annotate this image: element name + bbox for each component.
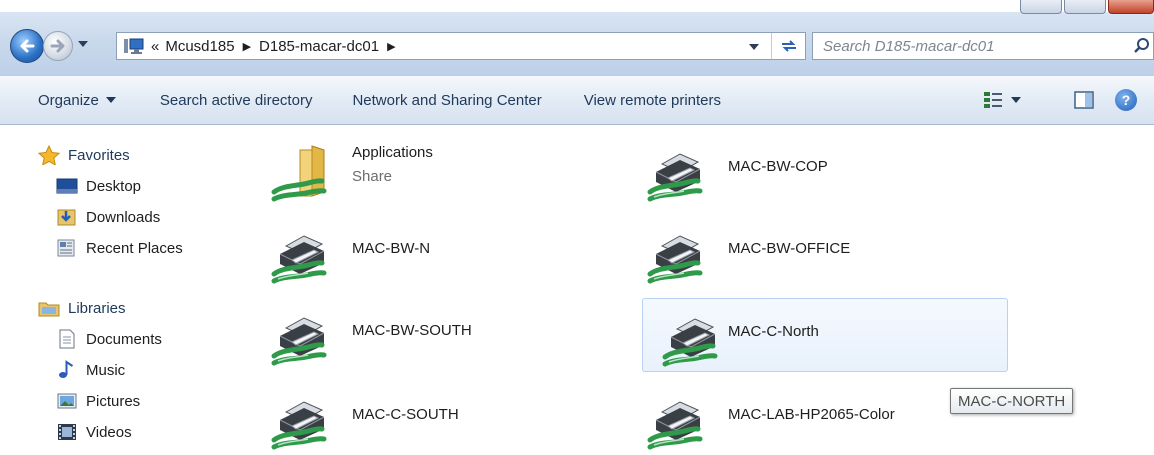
back-button[interactable] — [10, 29, 44, 63]
item-applications[interactable]: Applications Share — [252, 134, 618, 208]
preview-pane-icon — [1074, 91, 1094, 109]
libraries-icon — [38, 302, 60, 317]
forward-button[interactable] — [43, 31, 73, 61]
address-field[interactable]: « Mcusd185 ▶ D185-macar-dc01 ▶ — [116, 32, 806, 60]
item-mac-c-north[interactable]: MAC-C-North — [642, 298, 1008, 372]
documents-icon — [59, 329, 75, 349]
item-name: MAC-BW-COP — [728, 158, 828, 175]
search-active-directory-button[interactable]: Search active directory — [152, 92, 321, 109]
nav-item-label: Downloads — [86, 208, 161, 226]
nav-item-pictures[interactable]: Pictures — [56, 391, 140, 411]
breadcrumb-item-mcusd185[interactable]: Mcusd185 — [165, 38, 234, 55]
item-mac-lab-hp2065-color[interactable]: MAC-LAB-HP2065-Color — [628, 382, 994, 455]
minimize-button[interactable] — [1020, 0, 1062, 14]
nav-item-label: Videos — [86, 423, 132, 441]
pictures-icon — [57, 393, 77, 409]
recent-pages-dropdown[interactable] — [78, 41, 88, 47]
item-name: MAC-BW-SOUTH — [352, 322, 472, 339]
nav-libraries[interactable]: Libraries — [38, 298, 126, 318]
network-printer-icon — [661, 307, 721, 367]
item-name: MAC-BW-OFFICE — [728, 240, 851, 257]
desktop-icon — [56, 178, 78, 194]
search-box[interactable]: Search D185-macar-dc01 — [812, 32, 1154, 60]
nav-favorites-label: Favorites — [68, 146, 130, 164]
view-remote-printers-button[interactable]: View remote printers — [576, 92, 729, 109]
change-view-button[interactable] — [983, 90, 1023, 110]
item-mac-bw-office[interactable]: MAC-BW-OFFICE — [628, 216, 994, 290]
nav-item-videos[interactable]: Videos — [56, 422, 132, 442]
shared-folder-icon — [271, 145, 327, 202]
breadcrumb-separator-icon[interactable]: ▶ — [243, 40, 251, 53]
network-printer-icon — [646, 390, 706, 450]
network-printer-icon — [646, 224, 706, 284]
organize-menu[interactable]: Organize — [30, 92, 124, 109]
nav-favorites[interactable]: Favorites — [38, 145, 130, 165]
nav-item-label: Desktop — [86, 177, 142, 195]
downloads-icon — [57, 209, 76, 226]
nav-item-recent-places[interactable]: Recent Places — [56, 238, 183, 258]
search-icon[interactable] — [1133, 37, 1151, 55]
close-button[interactable] — [1108, 0, 1154, 14]
help-button[interactable]: ? — [1115, 89, 1137, 111]
item-tooltip: MAC-C-NORTH — [950, 388, 1074, 414]
chevron-down-icon — [105, 97, 116, 103]
breadcrumb-overflow[interactable]: « — [151, 38, 159, 55]
nav-item-label: Recent Places — [86, 239, 183, 257]
nav-item-label: Documents — [86, 330, 162, 348]
item-name: MAC-LAB-HP2065-Color — [728, 406, 895, 423]
item-mac-bw-south[interactable]: MAC-BW-SOUTH — [252, 298, 618, 372]
videos-icon — [58, 424, 76, 440]
item-name: MAC-BW-N — [352, 240, 431, 257]
command-bar: Organize Search active directory Network… — [0, 76, 1154, 125]
item-name: MAC-C-North — [728, 323, 819, 340]
view-options-icon — [984, 92, 1002, 108]
search-placeholder: Search D185-macar-dc01 — [823, 37, 995, 55]
chevron-down-icon — [1011, 97, 1021, 103]
network-printer-icon — [270, 390, 330, 450]
nav-item-documents[interactable]: Documents — [56, 329, 162, 349]
window-top-edge — [0, 0, 1154, 12]
nav-item-downloads[interactable]: Downloads — [56, 207, 160, 227]
nav-item-music[interactable]: Music — [56, 360, 125, 380]
maximize-button[interactable] — [1064, 0, 1106, 14]
navigation-pane: Favorites Desktop Downloads Recent Place… — [0, 126, 250, 455]
forward-arrow-icon — [50, 39, 65, 53]
breadcrumb-separator-icon[interactable]: ▶ — [387, 40, 395, 53]
star-icon — [38, 145, 60, 165]
item-mac-c-south[interactable]: MAC-C-SOUTH — [252, 382, 618, 455]
refresh-button[interactable] — [771, 33, 805, 59]
network-printer-icon — [270, 306, 330, 366]
item-subtitle: Share — [352, 168, 393, 185]
item-name: Applications — [352, 144, 433, 161]
music-icon — [59, 360, 74, 378]
address-history-dropdown[interactable] — [749, 44, 759, 50]
back-arrow-icon — [20, 39, 35, 53]
address-bar-area: « Mcusd185 ▶ D185-macar-dc01 ▶ Search D1… — [0, 0, 1154, 76]
network-sharing-center-button[interactable]: Network and Sharing Center — [344, 92, 549, 109]
nav-item-desktop[interactable]: Desktop — [56, 176, 141, 196]
nav-libraries-label: Libraries — [68, 299, 126, 317]
network-printer-icon — [270, 224, 330, 284]
network-printer-icon — [646, 142, 706, 202]
breadcrumb-item-dc01[interactable]: D185-macar-dc01 — [259, 38, 379, 55]
organize-label: Organize — [38, 91, 99, 109]
recent-places-icon — [57, 239, 75, 257]
preview-pane-button[interactable] — [1073, 90, 1095, 110]
caption-buttons — [1020, 0, 1154, 14]
nav-item-label: Music — [86, 361, 126, 379]
item-mac-bw-n[interactable]: MAC-BW-N — [252, 216, 618, 290]
item-name: MAC-C-SOUTH — [352, 406, 459, 423]
refresh-icon — [781, 40, 796, 52]
item-mac-bw-cop[interactable]: MAC-BW-COP — [628, 134, 994, 208]
nav-item-label: Pictures — [86, 392, 141, 410]
network-computer-icon — [121, 35, 147, 57]
